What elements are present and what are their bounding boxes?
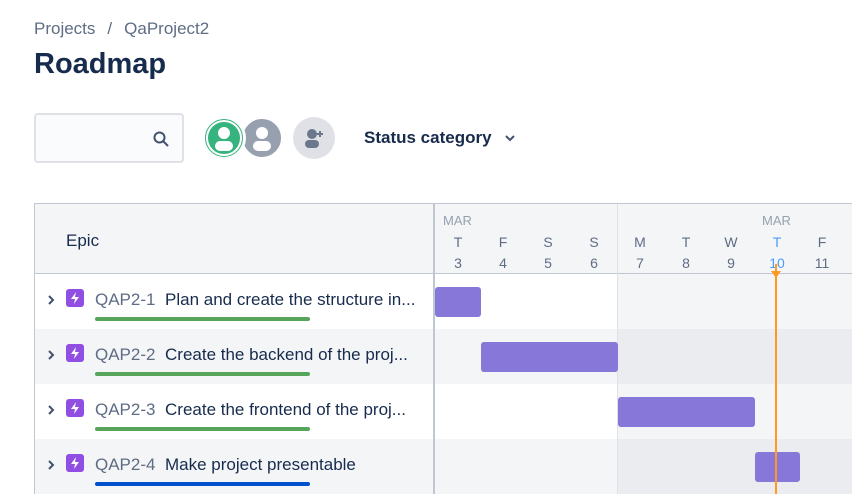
breadcrumb-projects-link[interactable]: Projects [34,19,95,39]
day-letter: T [681,234,691,250]
day-letter: T [453,234,463,250]
chevron-down-icon [504,135,515,142]
day-number: 6 [590,255,598,271]
epic-key[interactable]: QAP2-1 [95,290,155,310]
day-number: 11 [814,255,830,271]
epic-row[interactable]: QAP2-1 Plan and create the structure in.… [35,274,852,329]
day-number: 4 [499,255,507,271]
day-letter: M [634,234,646,250]
day-letter-today: T [772,234,782,250]
day-number: 5 [544,255,552,271]
search-icon[interactable] [152,130,170,148]
user-icon [253,127,271,151]
day-letter: S [543,234,553,250]
epic-icon [66,399,84,417]
epic-summary[interactable]: Make project presentable [165,455,356,475]
epic-progress-bar [95,372,310,376]
weekend-shade [617,274,852,329]
chevron-right-icon[interactable] [45,404,57,416]
epic-progress-bar [95,427,310,431]
today-marker [771,271,781,278]
epic-row[interactable]: QAP2-2 Create the backend of the proj... [35,329,852,384]
epic-summary[interactable]: Plan and create the structure in... [165,290,415,310]
search-box[interactable] [34,113,184,163]
epic-summary[interactable]: Create the frontend of the proj... [165,400,406,420]
weekend-shade [617,329,852,384]
status-category-dropdown[interactable]: Status category [364,128,516,148]
status-category-label: Status category [364,128,492,147]
breadcrumb: Projects / QaProject2 [34,19,209,39]
day-letter: S [589,234,599,250]
roadmap-header: Epic MAR MAR T F S S M T W T F 3 4 5 6 7… [35,204,852,274]
user-avatar-1[interactable] [203,117,245,159]
add-user-icon [305,129,323,148]
day-number: 8 [682,255,690,271]
month-label: MAR [443,213,472,228]
epic-row[interactable]: QAP2-4 Make project presentable [35,439,852,494]
panel-divider[interactable] [433,204,435,494]
weekend-shade [617,439,852,494]
epic-key[interactable]: QAP2-3 [95,400,155,420]
day-number: 9 [727,255,735,271]
breadcrumb-project-link[interactable]: QaProject2 [124,19,209,39]
epic-key[interactable]: QAP2-2 [95,345,155,365]
month-label: MAR [762,213,791,228]
epic-timeline-bar[interactable] [435,287,481,317]
day-letter: F [817,234,827,250]
breadcrumb-separator: / [107,19,113,38]
epic-icon [66,454,84,472]
add-people-button[interactable] [293,117,335,159]
epic-icon [66,289,84,307]
epic-row[interactable]: QAP2-3 Create the frontend of the proj..… [35,384,852,439]
chevron-right-icon[interactable] [45,294,57,306]
day-number-today: 10 [769,255,785,271]
day-letter: W [724,234,738,250]
epic-progress-bar [95,317,310,321]
today-line [775,264,777,494]
roadmap-grid: Epic MAR MAR T F S S M T W T F 3 4 5 6 7… [34,203,852,494]
epic-key[interactable]: QAP2-4 [95,455,155,475]
chevron-right-icon[interactable] [45,459,57,471]
epic-timeline-bar[interactable] [481,342,618,372]
page-title: Roadmap [34,48,167,80]
epic-timeline-bar[interactable] [618,397,755,427]
search-input[interactable] [46,127,146,149]
day-number: 7 [636,255,644,271]
user-avatar-2[interactable] [241,117,283,159]
day-number: 3 [454,255,462,271]
day-letter: F [498,234,508,250]
epic-progress-bar [95,482,310,486]
epic-summary[interactable]: Create the backend of the proj... [165,345,408,365]
user-icon [206,120,242,156]
epic-column-header: Epic [66,231,100,250]
chevron-right-icon[interactable] [45,349,57,361]
epic-timeline-bar[interactable] [755,452,800,482]
epic-icon [66,344,84,362]
